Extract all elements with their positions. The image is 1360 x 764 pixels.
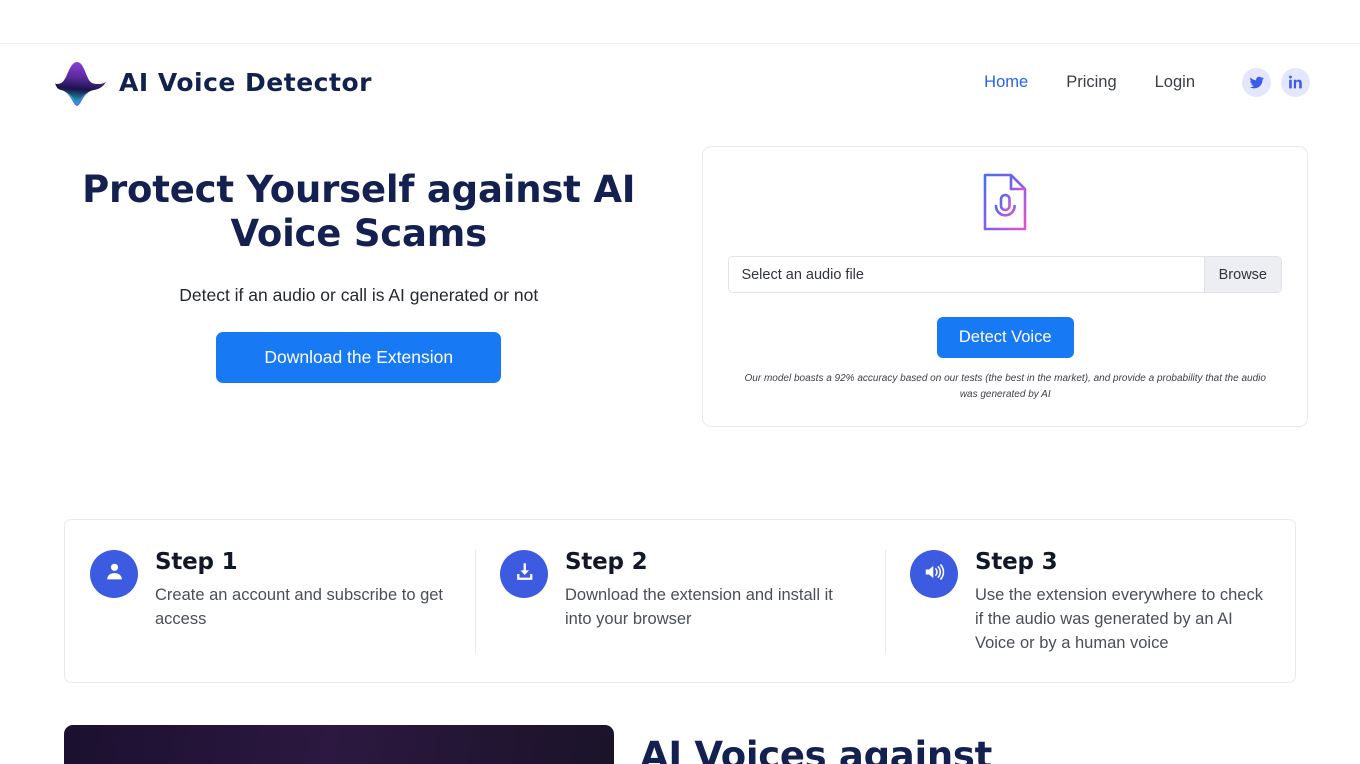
- video-placeholder[interactable]: [64, 725, 614, 764]
- nav-item-pricing[interactable]: Pricing: [1047, 73, 1135, 92]
- hero-cta-wrap: Download the Extension: [52, 332, 665, 384]
- browse-button[interactable]: Browse: [1203, 257, 1281, 292]
- download-icon: [514, 561, 535, 587]
- hero-left: Protect Yourself against AI Voice Scams …: [52, 146, 665, 384]
- file-input[interactable]: Select an audio file: [729, 257, 1204, 292]
- accuracy-fineprint: Our model boasts a 92% accuracy based on…: [744, 373, 1266, 400]
- page-title: Protect Yourself against AI Voice Scams: [82, 168, 636, 255]
- step-title: Step 2: [565, 549, 648, 575]
- file-icon-wrap: [728, 173, 1282, 236]
- step-body-2: Step 2 Download the extension and instal…: [565, 548, 860, 656]
- nav-item-home[interactable]: Home: [965, 73, 1047, 92]
- bottom-section-title: AI Voices against: [640, 734, 992, 764]
- linkedin-link[interactable]: [1281, 67, 1310, 97]
- bottom-section: AI Voices against: [64, 725, 1296, 764]
- site-header: AI Voice Detector Home Pricing Login: [0, 44, 1360, 120]
- step-card-3: Step 3 Use the extension everywhere to c…: [885, 548, 1295, 656]
- hero-section: Protect Yourself against AI Voice Scams …: [0, 120, 1360, 427]
- step-description: Create an account and subscribe to get a…: [155, 586, 444, 629]
- hero-subtitle: Detect if an audio or call is AI generat…: [179, 285, 539, 306]
- detect-voice-button[interactable]: Detect Voice: [936, 317, 1074, 358]
- user-icon: [104, 561, 125, 587]
- step-card-1: Step 1 Create an account and subscribe t…: [65, 548, 475, 656]
- step-description: Download the extension and install it in…: [565, 586, 833, 629]
- nav-item-login[interactable]: Login: [1136, 73, 1214, 92]
- twitter-icon: [1249, 75, 1264, 90]
- step-title: Step 1: [155, 549, 238, 575]
- linkedin-icon: [1288, 75, 1303, 89]
- social-links: [1242, 67, 1310, 97]
- step-description: Use the extension everywhere to check if…: [975, 586, 1263, 653]
- steps-section: Step 1 Create an account and subscribe t…: [64, 519, 1296, 684]
- step-body-3: Step 3 Use the extension everywhere to c…: [975, 548, 1270, 656]
- upload-card: Select an audio file Browse Detect Voice…: [702, 146, 1308, 427]
- download-icon-circle: [500, 550, 548, 598]
- download-extension-button[interactable]: Download the Extension: [216, 332, 502, 384]
- step-title: Step 3: [975, 549, 1058, 575]
- audio-file-icon: [982, 173, 1028, 236]
- user-icon-circle: [90, 550, 138, 598]
- brand-name: AI Voice Detector: [119, 67, 372, 97]
- detect-wrap: Detect Voice: [728, 317, 1282, 358]
- waveform-logo-icon: [54, 57, 108, 107]
- twitter-link[interactable]: [1242, 67, 1271, 97]
- speaker-icon-circle: [910, 550, 958, 598]
- main-nav: Home Pricing Login: [965, 67, 1310, 97]
- brand[interactable]: AI Voice Detector: [54, 57, 372, 107]
- step-body-1: Step 1 Create an account and subscribe t…: [155, 548, 450, 656]
- step-card-2: Step 2 Download the extension and instal…: [475, 548, 885, 656]
- file-input-group[interactable]: Select an audio file Browse: [728, 256, 1282, 293]
- top-strip: [0, 0, 1360, 44]
- speaker-icon: [923, 561, 945, 588]
